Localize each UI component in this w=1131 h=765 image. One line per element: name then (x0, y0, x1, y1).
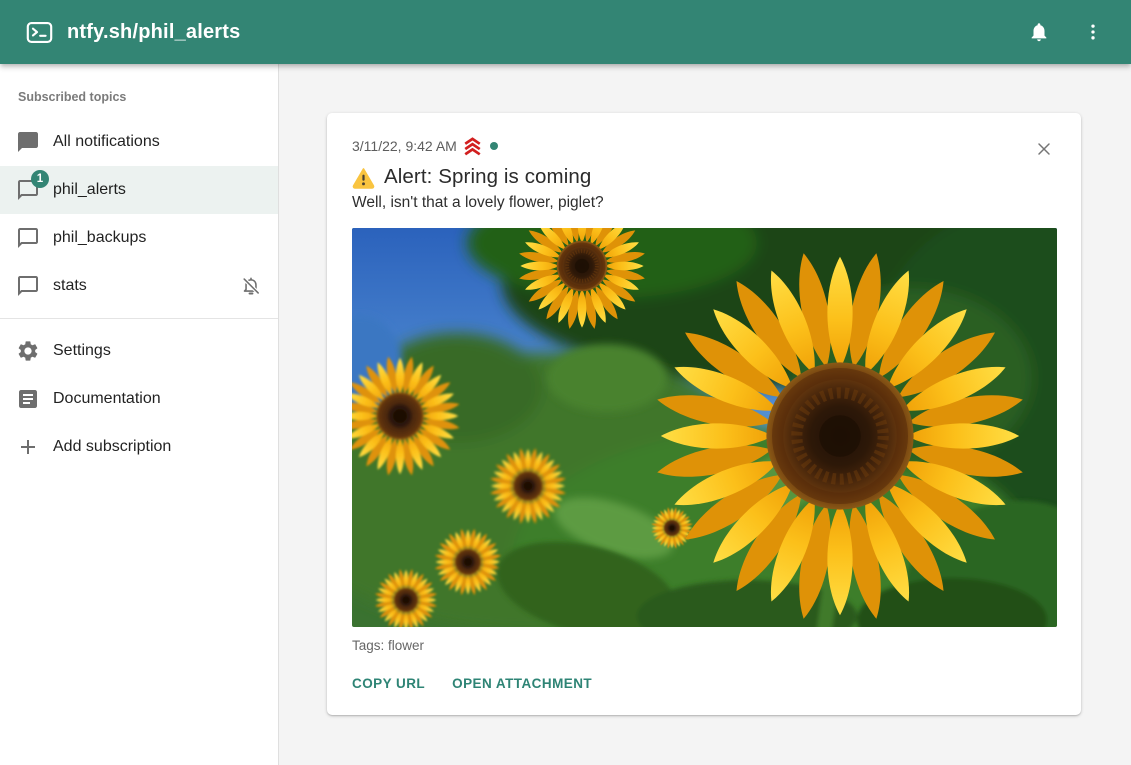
notification-meta: 3/11/22, 9:42 AM (352, 135, 1057, 156)
unread-count-badge: 1 (31, 170, 49, 188)
ntfy-terminal-logo-icon (26, 19, 53, 46)
open-attachment-button[interactable]: OPEN ATTACHMENT (452, 676, 592, 691)
priority-max-icon (462, 135, 483, 156)
notification-timestamp: 3/11/22, 9:42 AM (352, 138, 457, 154)
sidebar-item-label: phil_alerts (53, 181, 126, 199)
chat-bubble-outline-icon (16, 226, 40, 250)
notification-close-button[interactable] (1031, 136, 1057, 162)
chat-bubble-filled-icon (16, 130, 40, 154)
overflow-menu-button[interactable] (1073, 12, 1113, 52)
sidebar-item-all-notifications[interactable]: All notifications (0, 118, 278, 166)
sidebar-item-label: All notifications (53, 133, 160, 151)
sidebar-item-label: Add subscription (53, 438, 171, 456)
notification-tags: Tags: flower (352, 638, 1057, 653)
notification-title: Alert: Spring is coming (384, 165, 591, 189)
sidebar-item-label: Documentation (53, 390, 161, 408)
article-icon (16, 387, 40, 411)
sidebar-item-label: stats (53, 277, 87, 295)
copy-url-button[interactable]: COPY URL (352, 676, 425, 691)
warning-triangle-icon (352, 166, 375, 189)
main-content: 3/11/22, 9:42 AM (280, 64, 1131, 765)
notification-actions: COPY URL OPEN ATTACHMENT (352, 676, 1057, 691)
app-bar-title: ntfy.sh/phil_alerts (67, 21, 240, 44)
sidebar-item-phil-alerts[interactable]: 1 phil_alerts (0, 166, 278, 214)
subscribed-topics-label: Subscribed topics (0, 64, 278, 118)
sidebar-divider (0, 318, 278, 319)
notification-card: 3/11/22, 9:42 AM (327, 113, 1081, 715)
app-bar: ntfy.sh/phil_alerts (0, 0, 1131, 64)
sidebar-item-stats[interactable]: stats (0, 262, 278, 310)
sidebar-item-add-subscription[interactable]: Add subscription (0, 423, 278, 471)
notification-body: Well, isn't that a lovely flower, piglet… (352, 194, 1057, 212)
bell-icon (1028, 21, 1050, 43)
chat-bubble-outline-icon (16, 274, 40, 298)
chat-bubble-outline-icon: 1 (16, 178, 40, 202)
plus-icon (16, 435, 40, 459)
sidebar-item-settings[interactable]: Settings (0, 327, 278, 375)
close-icon (1034, 139, 1054, 159)
gear-icon (16, 339, 40, 363)
sidebar-item-label: Settings (53, 342, 111, 360)
sidebar: Subscribed topics All notifications 1 ph… (0, 64, 279, 765)
kebab-menu-icon (1083, 22, 1103, 42)
attachment-image[interactable] (352, 228, 1057, 627)
notifications-bell-button[interactable] (1019, 12, 1059, 52)
notification-title-row: Alert: Spring is coming (352, 165, 1057, 189)
sidebar-item-phil-backups[interactable]: phil_backups (0, 214, 278, 262)
sidebar-item-documentation[interactable]: Documentation (0, 375, 278, 423)
notifications-muted-icon (240, 275, 262, 297)
unread-dot (490, 142, 498, 150)
sidebar-item-label: phil_backups (53, 229, 146, 247)
